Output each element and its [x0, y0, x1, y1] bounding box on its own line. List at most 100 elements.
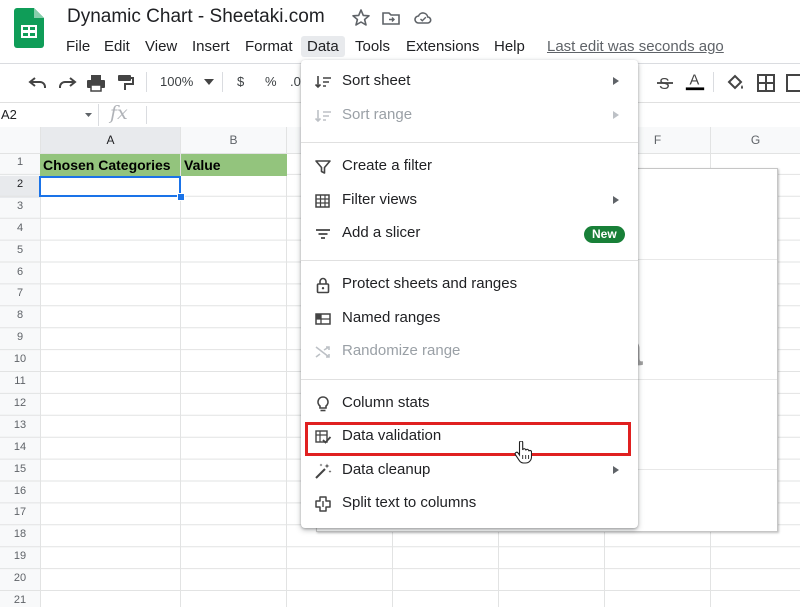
menu-item-named-ranges[interactable]: Named ranges	[301, 303, 638, 335]
magic-wand-icon	[315, 463, 332, 479]
menu-item-label: Sort range	[342, 106, 413, 123]
column-header-g[interactable]: G	[711, 128, 800, 152]
row-header-5[interactable]: 5	[0, 244, 40, 256]
cloud-saved-icon[interactable]	[413, 8, 433, 28]
sort-icon	[314, 76, 331, 89]
lock-icon	[316, 277, 330, 294]
svg-text:A: A	[690, 73, 700, 89]
chevron-down-icon[interactable]	[204, 79, 214, 85]
menu-item-label: Named ranges	[342, 309, 441, 326]
menu-item-create-filter[interactable]: Create a filter	[301, 151, 638, 183]
menu-tools[interactable]: Tools	[349, 36, 396, 57]
row-header-11[interactable]: 11	[0, 375, 40, 387]
menu-view[interactable]: View	[139, 36, 183, 57]
currency-format-button[interactable]: $	[237, 74, 244, 89]
name-box[interactable]: A2	[0, 104, 99, 126]
row-header-8[interactable]: 8	[0, 309, 40, 321]
lightbulb-icon	[317, 396, 329, 412]
column-header-b[interactable]: B	[181, 128, 286, 152]
menu-divider	[301, 260, 638, 261]
decrease-decimal-button[interactable]: .0	[290, 74, 301, 89]
menu-edit[interactable]: Edit	[98, 36, 136, 57]
menu-data[interactable]: Data	[301, 36, 345, 57]
svg-text:S: S	[659, 76, 670, 93]
highlight-box	[305, 422, 631, 456]
undo-icon[interactable]	[27, 72, 49, 94]
borders-icon[interactable]	[755, 72, 777, 94]
row-header-2[interactable]: 2	[0, 178, 40, 190]
submenu-arrow-icon	[613, 77, 619, 85]
name-box-value: A2	[1, 107, 17, 122]
menu-insert[interactable]: Insert	[186, 36, 236, 57]
merge-cells-icon[interactable]	[784, 72, 800, 94]
row-header-19[interactable]: 19	[0, 550, 40, 562]
fx-icon: fx	[110, 102, 128, 124]
menu-extensions[interactable]: Extensions	[400, 36, 485, 57]
row-header-10[interactable]: 10	[0, 353, 40, 365]
zoom-select[interactable]: 100%	[160, 74, 193, 89]
cell-a1[interactable]: Chosen Categories	[40, 154, 180, 176]
menu-help[interactable]: Help	[488, 36, 531, 57]
row-header-12[interactable]: 12	[0, 397, 40, 409]
document-title[interactable]: Dynamic Chart - Sheetaki.com	[67, 6, 325, 28]
menu-item-label: Split text to columns	[342, 494, 477, 511]
row-header-17[interactable]: 17	[0, 506, 40, 518]
fill-handle[interactable]	[177, 193, 185, 201]
redo-icon[interactable]	[56, 72, 78, 94]
menu-item-label: Sort sheet	[342, 72, 411, 89]
row-header-9[interactable]: 9	[0, 331, 40, 343]
split-columns-icon	[315, 496, 331, 512]
row-header-21[interactable]: 21	[0, 594, 40, 606]
menu-item-filter-views[interactable]: Filter views	[301, 185, 638, 217]
print-icon[interactable]	[85, 72, 107, 94]
selected-cell-a2[interactable]	[39, 176, 181, 197]
paint-format-icon[interactable]	[114, 72, 136, 94]
menu-item-add-slicer[interactable]: Add a slicer New	[301, 218, 638, 250]
strikethrough-icon[interactable]: S	[654, 72, 676, 94]
last-edit-link[interactable]: Last edit was seconds ago	[547, 38, 724, 55]
percent-format-button[interactable]: %	[265, 74, 277, 89]
filter-views-icon	[315, 194, 330, 208]
menu-file[interactable]: File	[60, 36, 96, 57]
menu-item-sort-range[interactable]: Sort range	[301, 100, 638, 132]
menu-item-split-text[interactable]: Split text to columns	[301, 488, 638, 520]
sheets-logo-icon[interactable]	[14, 8, 44, 48]
fill-color-icon[interactable]	[724, 72, 746, 94]
submenu-arrow-icon	[613, 111, 619, 119]
row-header-7[interactable]: 7	[0, 287, 40, 299]
filter-icon	[315, 160, 331, 174]
menu-item-randomize-range[interactable]: Randomize range	[301, 336, 638, 368]
menu-item-label: Data cleanup	[342, 461, 431, 478]
column-header-a[interactable]: A	[41, 128, 180, 152]
menu-item-column-stats[interactable]: Column stats	[301, 388, 638, 420]
move-folder-icon[interactable]	[381, 8, 401, 28]
row-header-14[interactable]: 14	[0, 441, 40, 453]
slicer-icon	[316, 229, 330, 239]
row-header-4[interactable]: 4	[0, 222, 40, 234]
row-header-18[interactable]: 18	[0, 528, 40, 540]
row-header-3[interactable]: 3	[0, 200, 40, 212]
text-color-icon[interactable]: A	[684, 70, 706, 92]
row-header-1[interactable]: 1	[0, 156, 40, 168]
row-header-20[interactable]: 20	[0, 572, 40, 584]
submenu-arrow-icon	[613, 466, 619, 474]
row-header-15[interactable]: 15	[0, 463, 40, 475]
shuffle-icon	[315, 346, 330, 358]
menu-item-data-cleanup[interactable]: Data cleanup	[301, 455, 638, 487]
toolbar-divider	[713, 72, 714, 92]
star-icon[interactable]	[351, 8, 371, 28]
menu-item-protect-sheets[interactable]: Protect sheets and ranges	[301, 269, 638, 301]
cell-b1[interactable]: Value	[181, 154, 287, 176]
row-header-6[interactable]: 6	[0, 266, 40, 278]
chevron-down-icon[interactable]	[85, 113, 92, 117]
row-header-16[interactable]: 16	[0, 485, 40, 497]
named-ranges-icon	[315, 313, 331, 325]
hand-cursor-icon	[514, 441, 532, 464]
menu-item-sort-sheet[interactable]: Sort sheet	[301, 66, 638, 98]
sort-icon	[314, 110, 331, 123]
menu-divider	[301, 379, 638, 380]
row-header-13[interactable]: 13	[0, 419, 40, 431]
submenu-arrow-icon	[613, 196, 619, 204]
menu-format[interactable]: Format	[239, 36, 299, 57]
menu-item-label: Add a slicer	[342, 224, 421, 241]
